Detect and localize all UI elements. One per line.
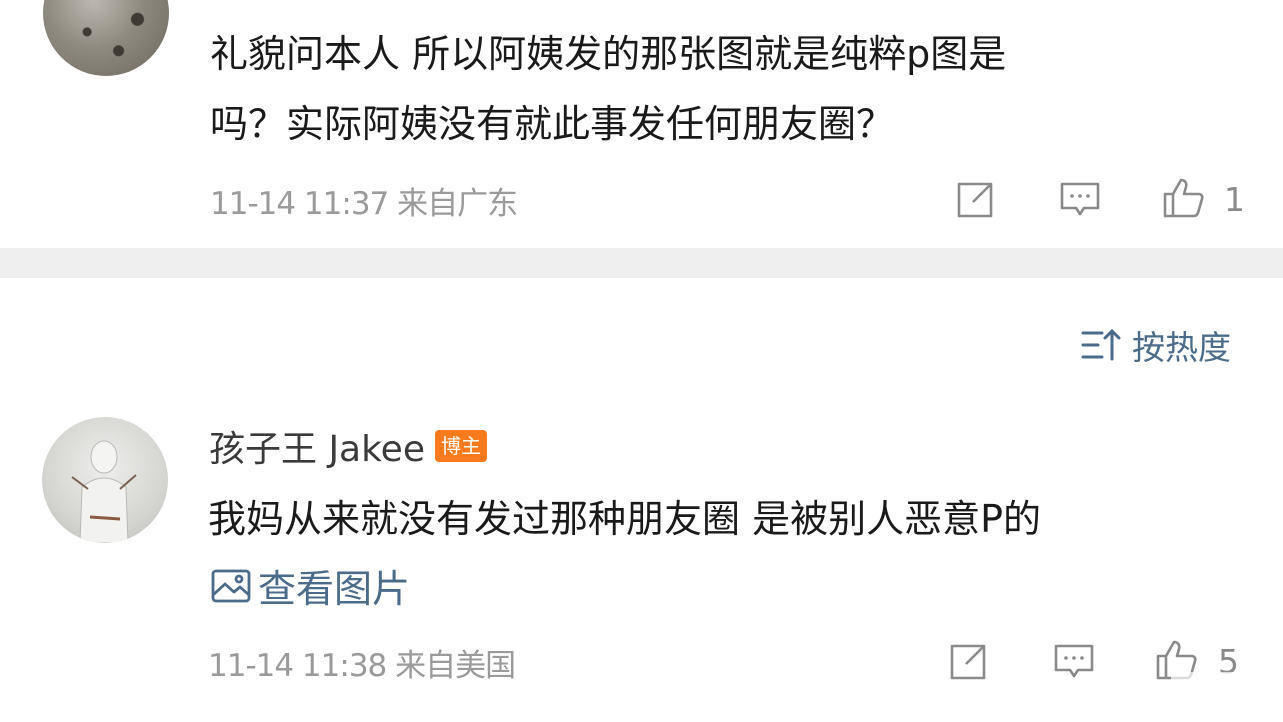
image-icon: [211, 569, 251, 602]
like-count: 1: [1224, 180, 1245, 219]
comment-meta: 11-14 11:37 来自广东: [210, 178, 518, 223]
comment-timestamp: 11-14 11:37: [210, 186, 389, 222]
view-image-label: 查看图片: [258, 567, 411, 611]
view-image-link[interactable]: 查看图片: [210, 558, 410, 613]
comment-timestamp: 11-14 11:38: [208, 648, 387, 684]
comment-icon[interactable]: [1056, 176, 1104, 224]
username[interactable]: 孩子王 Jakee: [209, 420, 425, 472]
comment-text-line: 吗？实际阿姨没有就此事发任何朋友圈？: [210, 102, 895, 146]
repost-icon[interactable]: [944, 638, 992, 686]
avatar[interactable]: [43, 0, 169, 76]
comment-location: 来自广东: [397, 186, 518, 222]
watermark-overlay: [1171, 672, 1271, 716]
sort-label: 按热度: [1132, 328, 1231, 367]
comment-thread: 礼貌问本人 所以阿姨发的那张图就是纯粹p图是 吗？实际阿姨没有就此事发任何朋友圈…: [0, 0, 1283, 722]
comment-location: 来自美国: [395, 648, 516, 684]
username-row[interactable]: 孩子王 Jakee 博主: [209, 420, 487, 472]
comment-icon[interactable]: [1050, 638, 1098, 686]
sort-button[interactable]: 按热度: [1080, 322, 1231, 368]
comment-text-line: 我妈从来就没有发过那种朋友圈 是被别人恶意P的: [208, 497, 1041, 541]
repost-icon[interactable]: [951, 176, 999, 224]
comment-text-line: 礼貌问本人 所以阿姨发的那张图就是纯粹p图是: [210, 32, 1007, 76]
section-divider: [0, 248, 1283, 278]
author-badge: 博主: [434, 430, 487, 462]
like-icon[interactable]: [1159, 174, 1207, 222]
avatar-figure-icon: [71, 440, 137, 543]
sort-icon: [1081, 328, 1121, 361]
comment-meta: 11-14 11:38 来自美国: [208, 640, 516, 685]
avatar[interactable]: [42, 417, 168, 543]
